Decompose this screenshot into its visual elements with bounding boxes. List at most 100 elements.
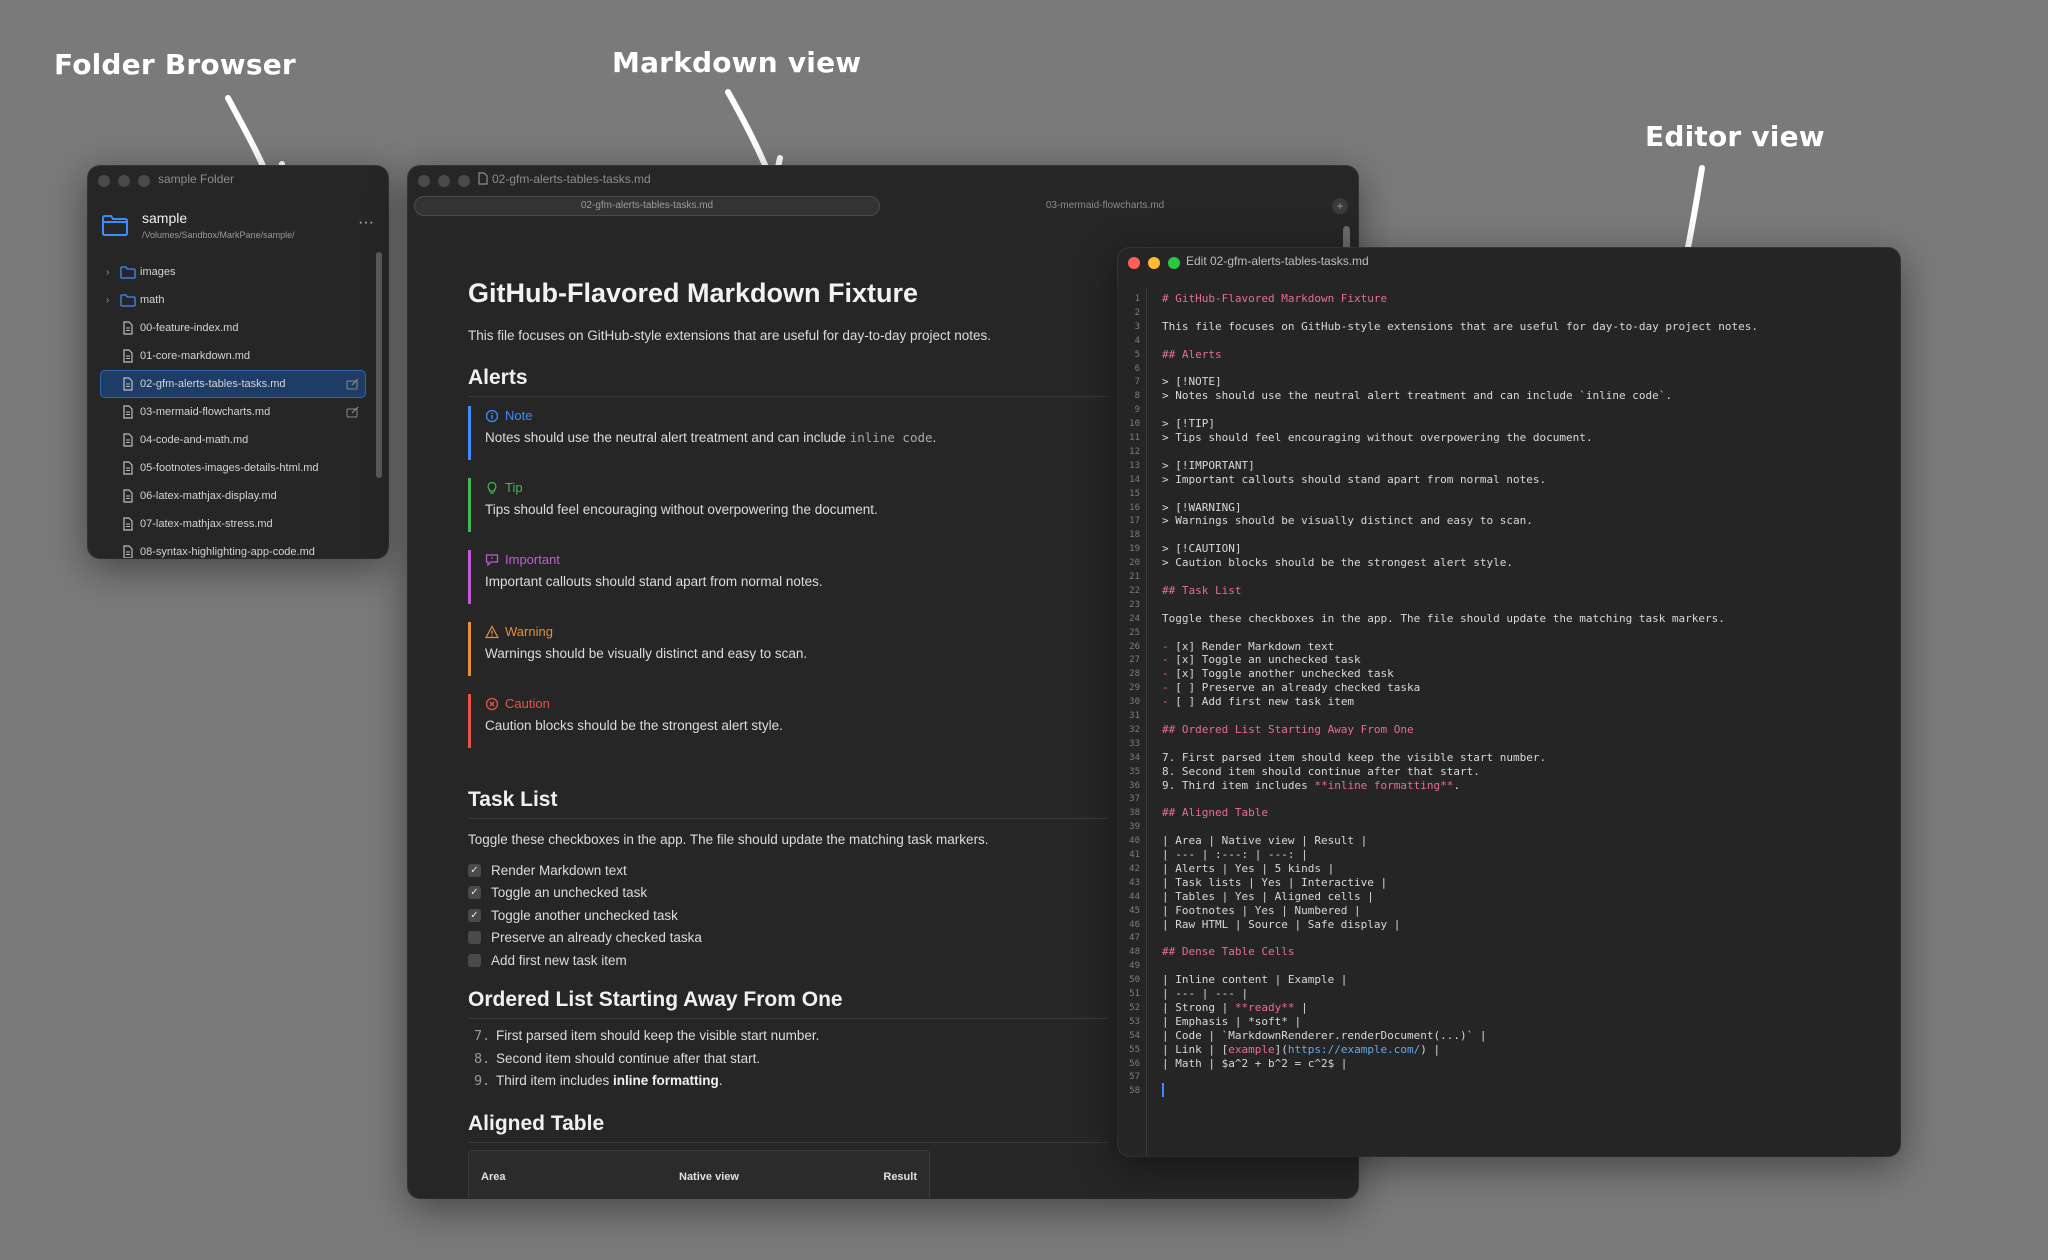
file-item[interactable]: 01-core-markdown.md (100, 342, 366, 370)
document-icon (123, 321, 133, 335)
code-line: | Alerts | Yes | 5 kinds | (1162, 861, 1335, 875)
document-icon (123, 405, 133, 419)
code-line: | Code | `MarkdownRenderer.renderDocumen… (1162, 1028, 1487, 1042)
code-line: > Notes should use the neutral alert tre… (1162, 389, 1672, 403)
code-line: - [ ] Add first new task item (1162, 695, 1355, 709)
alerts-heading: Alerts (468, 366, 1108, 397)
code-line: - [ ] Preserve an already checked taska (1162, 681, 1421, 695)
task-label: Toggle an unchecked task (491, 885, 648, 900)
code-line: | Task lists | Yes | Interactive | (1162, 875, 1388, 889)
code-line: ## Aligned Table (1162, 806, 1268, 820)
folder-item[interactable]: › math (100, 286, 366, 314)
list-text: Third item includes inline formatting. (496, 1073, 723, 1088)
folder-titlebar: sample Folder (88, 166, 388, 192)
code-line: > Important callouts should stand apart … (1162, 472, 1547, 486)
chevron-right-icon[interactable]: › (106, 267, 109, 278)
file-list: › images › math 00-feature-index.md 01-core-m… (100, 258, 366, 558)
folder-item[interactable]: › images (100, 258, 366, 286)
code-line: - [x] Toggle an unchecked task (1162, 653, 1361, 667)
list-number: 8. (474, 1050, 491, 1067)
alert-body: Notes should use the neutral alert treat… (485, 430, 937, 445)
code-line: | Math | $a^2 + b^2 = c^2$ | (1162, 1056, 1348, 1070)
file-item-label: 05-footnotes-images-details-html.md (140, 462, 319, 474)
edit-badge-icon (346, 378, 359, 390)
alert-body: Important callouts should stand apart fr… (485, 574, 823, 589)
code-line: > Caution blocks should be the strongest… (1162, 556, 1513, 570)
checkbox-checked[interactable]: ✓ (468, 886, 481, 899)
code-line: | Footnotes | Yes | Numbered | (1162, 903, 1361, 917)
aligned-table: Area Native view Result (468, 1150, 930, 1198)
file-item[interactable]: 03-mermaid-flowcharts.md (100, 398, 366, 426)
alert-title: Important (485, 552, 560, 567)
task-item: ✓ Render Markdown text (468, 860, 627, 880)
folder-icon (120, 294, 136, 307)
file-item-label: 06-latex-mathjax-display.md (140, 490, 277, 502)
code-line: | --- | --- | (1162, 987, 1249, 1000)
text-caret (1162, 1083, 1164, 1098)
file-item-label: math (140, 294, 165, 306)
file-item[interactable]: 06-latex-mathjax-display.md (100, 482, 366, 510)
task-label: Add first new task item (491, 952, 627, 968)
code-line: | Inline content | Example | (1162, 973, 1348, 987)
file-item-label: 08-syntax-highlighting-app-code.md (140, 546, 315, 558)
code-line: ## Task List (1162, 583, 1242, 597)
task-label: Preserve an already checked taska (491, 930, 702, 945)
close-button[interactable] (98, 175, 110, 187)
file-item-label: 00-feature-index.md (140, 322, 239, 334)
document-icon (123, 349, 133, 363)
warning-triangle-icon (485, 624, 499, 638)
stop-circle-icon (485, 697, 499, 710)
alert-caution: Caution Caution blocks should be the stro… (468, 694, 1103, 748)
code-line: | Tables | Yes | Aligned cells | (1162, 889, 1374, 903)
file-item[interactable]: 02-gfm-alerts-tables-tasks.md (100, 370, 366, 398)
alert-title: Warning (485, 624, 553, 639)
task-item: Add first new task item (468, 950, 627, 970)
editor-window: Edit 02-gfm-alerts-tables-tasks.md 12345… (1118, 248, 1900, 1156)
alert-title-text: Tip (505, 480, 523, 495)
file-item-label: 02-gfm-alerts-tables-tasks.md (140, 378, 286, 390)
folder-scrollbar[interactable] (376, 252, 382, 478)
file-item[interactable]: 08-syntax-highlighting-app-code.md (100, 538, 366, 558)
code-line: > [!CAUTION] (1162, 542, 1242, 556)
document-icon (123, 517, 133, 531)
minimize-button[interactable] (118, 175, 130, 187)
alert-title: Caution (485, 696, 550, 711)
list-text: First parsed item should keep the visibl… (496, 1028, 820, 1043)
table-header-result: Result (883, 1171, 917, 1183)
code-line: 7. First parsed item should keep the vis… (1162, 750, 1547, 764)
document-icon (123, 461, 133, 475)
table-header-area: Area (481, 1171, 506, 1183)
file-item[interactable]: 00-feature-index.md (100, 314, 366, 342)
task-item: ✓ Toggle an unchecked task (468, 883, 647, 903)
folder-path: /Volumes/Sandbox/MarkPane/sample/ (142, 230, 295, 240)
alert-body: Tips should feel encouraging without ove… (485, 502, 878, 517)
folder-icon (120, 266, 136, 279)
folder-window-title: sample Folder (158, 172, 235, 186)
checkbox-unchecked[interactable] (468, 931, 481, 944)
file-item[interactable]: 04-code-and-math.md (100, 426, 366, 454)
code-editor[interactable]: # GitHub-Flavored Markdown Fixture This f… (1118, 248, 1900, 1156)
more-options-button[interactable]: ··· (358, 214, 374, 232)
code-line: > [!TIP] (1162, 417, 1215, 431)
document-icon (123, 545, 133, 558)
folder-browser-window: sample Folder sample /Volumes/Sandbox/Ma… (88, 166, 388, 558)
alert-important: Important Important callouts should stand… (468, 550, 1103, 604)
checkbox-checked[interactable]: ✓ (468, 908, 481, 922)
checkbox-checked[interactable]: ✓ (468, 863, 481, 877)
code-line: ## Dense Table Cells (1162, 945, 1295, 959)
chevron-right-icon[interactable]: › (106, 295, 109, 306)
file-item[interactable]: 05-footnotes-images-details-html.md (100, 454, 366, 482)
document-title: GitHub-Flavored Markdown Fixture (468, 278, 919, 308)
file-item[interactable]: 07-latex-mathjax-stress.md (100, 510, 366, 538)
code-line: - [x] Toggle another unchecked task (1162, 667, 1394, 681)
alert-title-text: Important (505, 552, 560, 567)
code-line: > [!IMPORTANT] (1162, 458, 1255, 472)
code-line: Toggle these checkboxes in the app. The … (1162, 611, 1725, 625)
lightbulb-icon (487, 481, 497, 494)
alert-title-text: Warning (505, 624, 553, 639)
zoom-button[interactable] (138, 175, 150, 187)
task-item: ✓ Toggle another unchecked task (468, 905, 678, 925)
code-line: > Warnings should be visually distinct a… (1162, 514, 1533, 528)
code-line: - [x] Render Markdown text (1162, 639, 1335, 653)
checkbox-unchecked[interactable] (468, 953, 481, 967)
